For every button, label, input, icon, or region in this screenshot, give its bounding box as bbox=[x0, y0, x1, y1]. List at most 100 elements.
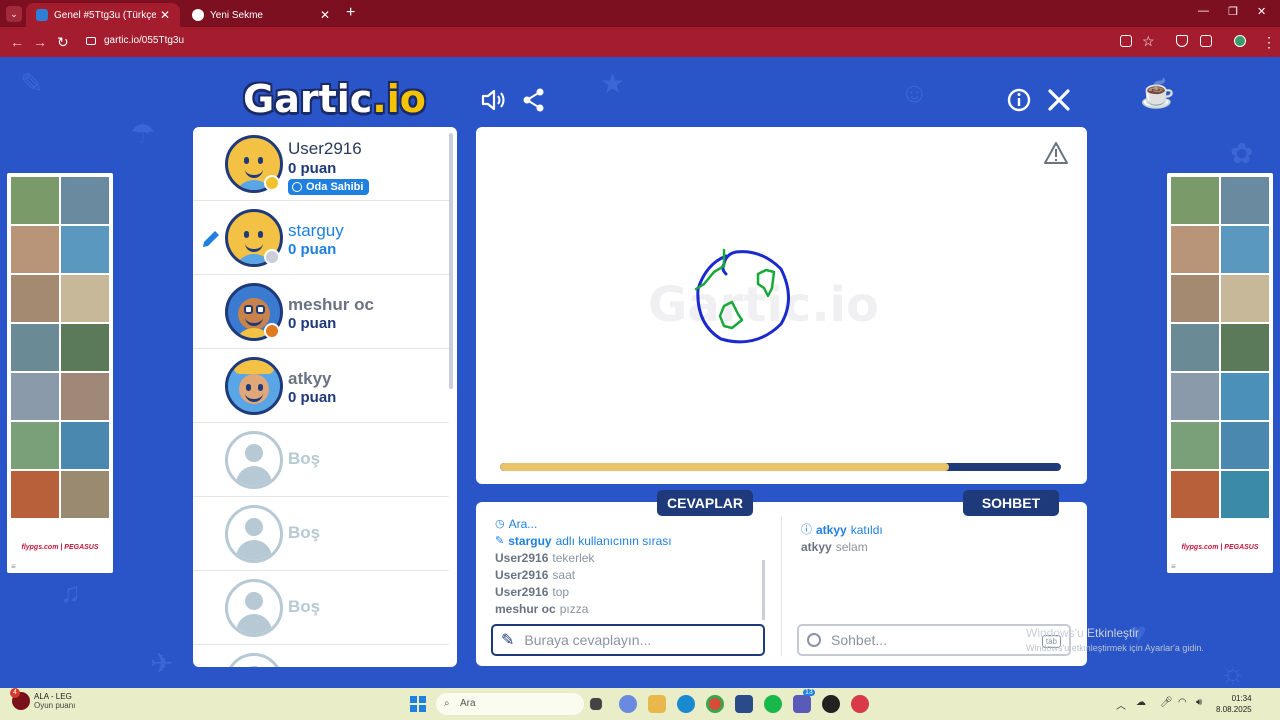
answer-input[interactable]: ✎ Buraya cevaplayın... bbox=[491, 624, 765, 656]
ad-choices-icon[interactable]: ≡ bbox=[11, 562, 16, 571]
close-tab-icon[interactable]: ✕ bbox=[160, 8, 170, 22]
tab-title: Yeni Sekme bbox=[210, 9, 263, 21]
chat-text: katıldı bbox=[850, 523, 883, 537]
player-row[interactable]: meshur oc 0 puan bbox=[193, 275, 449, 349]
answer-text: pızza bbox=[559, 602, 589, 616]
info-icon[interactable] bbox=[1006, 87, 1032, 113]
edge-icon[interactable] bbox=[677, 695, 695, 713]
gartic-favicon-icon bbox=[36, 9, 48, 21]
player-name: User2916 bbox=[288, 139, 362, 158]
answers-list: ◷ Ara... ✎ starguy adlı kullanıcının sır… bbox=[495, 516, 765, 618]
game-widget[interactable]: 4 ALA - LEG Oyun puanı bbox=[10, 688, 75, 710]
gartic-logo[interactable]: Gartic.io bbox=[243, 77, 426, 121]
tray-chevron-icon[interactable]: ︿ bbox=[1116, 697, 1126, 712]
team-logo-icon: 4 bbox=[10, 688, 30, 710]
task-view-icon[interactable] bbox=[590, 698, 602, 710]
minimize-icon[interactable]: — bbox=[1198, 5, 1209, 17]
drawing-canvas[interactable]: Gartic.io bbox=[476, 127, 1087, 484]
teams-icon[interactable]: 13 bbox=[793, 689, 815, 713]
game-area: ✎ ☂ ♫ ✈ ☕ ✿ ♥ ☼ ★ ☺ flypgs.com | PEGASUS ≡ bbox=[0, 57, 1280, 688]
drawing-pencil-icon bbox=[203, 231, 219, 247]
right-ad-banner[interactable]: flypgs.com | PEGASUS ≡ bbox=[1167, 173, 1273, 573]
empty-slot-label: Boş bbox=[288, 597, 321, 616]
chat-line: atkyy selam bbox=[801, 539, 883, 556]
player-row[interactable]: starguy 0 puan bbox=[193, 201, 449, 275]
ad-choices-icon[interactable]: ≡ bbox=[1171, 562, 1176, 571]
cloud-icon[interactable]: ☁ bbox=[1136, 697, 1146, 708]
bookmark-star-icon[interactable]: ☆ bbox=[1142, 33, 1155, 50]
tab-search-button[interactable]: ⌄ bbox=[6, 6, 22, 22]
player-score: 0 puan bbox=[288, 160, 337, 177]
restore-icon[interactable]: ❐ bbox=[1228, 5, 1238, 18]
reload-icon[interactable]: ↻ bbox=[57, 34, 69, 51]
address-bar: ← → ↻ gartic.io/055Ttg3u ☆ ⋮ bbox=[0, 27, 1280, 57]
browser-tabbar: ⌄ Genel #5Ttg3u (Türkçe) - Gartic ✕ Yeni… bbox=[0, 0, 1280, 27]
clock-icon: ◷ bbox=[495, 518, 505, 530]
player-row[interactable]: User2916 0 puan Oda Sahibi bbox=[193, 127, 449, 201]
empty-avatar-icon bbox=[225, 579, 283, 637]
menu-icon[interactable]: ⋮ bbox=[1262, 34, 1276, 51]
share-icon[interactable] bbox=[521, 87, 547, 113]
widget-title: ALA - LEG bbox=[34, 692, 72, 701]
mail-app-icon[interactable] bbox=[851, 695, 869, 713]
empty-slot-label: Boş bbox=[288, 449, 321, 468]
chrome-icon[interactable] bbox=[706, 695, 724, 713]
tab-answers[interactable]: CEVAPLAR bbox=[657, 490, 753, 516]
mic-icon[interactable]: 🎤︎ bbox=[1160, 697, 1173, 708]
close-window-icon[interactable]: ✕ bbox=[1257, 5, 1266, 18]
player-name: starguy bbox=[288, 221, 344, 240]
store-icon[interactable] bbox=[735, 695, 753, 713]
tab-chat[interactable]: SOHBET bbox=[963, 490, 1059, 516]
new-tab-button[interactable]: + bbox=[346, 4, 355, 22]
spotify-icon[interactable] bbox=[764, 695, 782, 713]
chat-user: atkyy bbox=[801, 540, 832, 554]
left-ad-banner[interactable]: flypgs.com | PEGASUS ≡ bbox=[7, 173, 113, 573]
clock-time: 01:34 bbox=[1231, 694, 1252, 703]
url-text: gartic.io/055Ttg3u bbox=[104, 35, 185, 46]
forward-icon[interactable]: → bbox=[33, 34, 47, 50]
answer-user: meshur oc bbox=[495, 602, 556, 616]
owner-label: Oda Sahibi bbox=[306, 181, 364, 193]
ad-photo-grid bbox=[11, 177, 109, 518]
tab-gartic[interactable]: Genel #5Ttg3u (Türkçe) - Gartic ✕ bbox=[26, 3, 180, 27]
answer-text: tekerlek bbox=[552, 551, 595, 565]
player-row[interactable]: atkyy 0 puan bbox=[193, 349, 449, 423]
github-icon[interactable] bbox=[822, 695, 840, 713]
chat-bubble-icon bbox=[807, 633, 821, 647]
notification-badge: 4 bbox=[10, 688, 20, 698]
file-explorer-icon[interactable] bbox=[648, 695, 666, 713]
round-timer-fill bbox=[500, 463, 949, 471]
back-icon[interactable]: ← bbox=[10, 34, 24, 50]
sound-icon[interactable] bbox=[480, 87, 506, 113]
ad-brand: flypgs.com | PEGASUS bbox=[21, 544, 99, 551]
wifi-icon[interactable]: ◠ bbox=[1178, 697, 1187, 708]
shield-extension-icon[interactable] bbox=[1176, 35, 1188, 47]
answer-line: ✎ starguy adlı kullanıcının sırası bbox=[495, 533, 765, 550]
answer-placeholder: Buraya cevaplayın... bbox=[524, 632, 652, 648]
cast-icon[interactable] bbox=[1120, 35, 1132, 47]
extensions-icon[interactable] bbox=[1200, 35, 1212, 47]
empty-avatar-icon bbox=[225, 653, 283, 667]
url-field[interactable]: gartic.io/055Ttg3u bbox=[86, 35, 184, 46]
empty-avatar-icon bbox=[225, 505, 283, 563]
player-name: meshur oc bbox=[288, 295, 374, 314]
report-warning-icon[interactable] bbox=[1043, 141, 1069, 165]
close-icon[interactable] bbox=[1046, 87, 1072, 113]
taskbar-search[interactable]: ⌕ Ara bbox=[436, 693, 584, 715]
ad-photo-grid bbox=[1171, 177, 1269, 518]
start-icon[interactable] bbox=[410, 696, 426, 712]
ad-brand: flypgs.com | PEGASUS bbox=[1181, 544, 1259, 551]
answers-scrollbar[interactable] bbox=[762, 560, 765, 620]
empty-slot: Boş bbox=[193, 423, 449, 497]
answer-line: User2916 top bbox=[495, 584, 765, 601]
room-owner-badge: Oda Sahibi bbox=[288, 179, 370, 195]
player-list-scrollbar[interactable] bbox=[449, 133, 453, 389]
site-info-icon[interactable] bbox=[86, 36, 96, 45]
profile-icon[interactable] bbox=[1234, 35, 1246, 47]
copilot-icon[interactable] bbox=[619, 695, 637, 713]
taskbar-clock[interactable]: 01:34 8.08.2025 bbox=[1216, 693, 1252, 715]
volume-icon[interactable]: 🔊︎ bbox=[1196, 697, 1202, 708]
close-tab-icon[interactable]: ✕ bbox=[320, 8, 330, 22]
tab-new[interactable]: Yeni Sekme ✕ bbox=[182, 3, 340, 27]
empty-slot: Boş bbox=[193, 497, 449, 571]
